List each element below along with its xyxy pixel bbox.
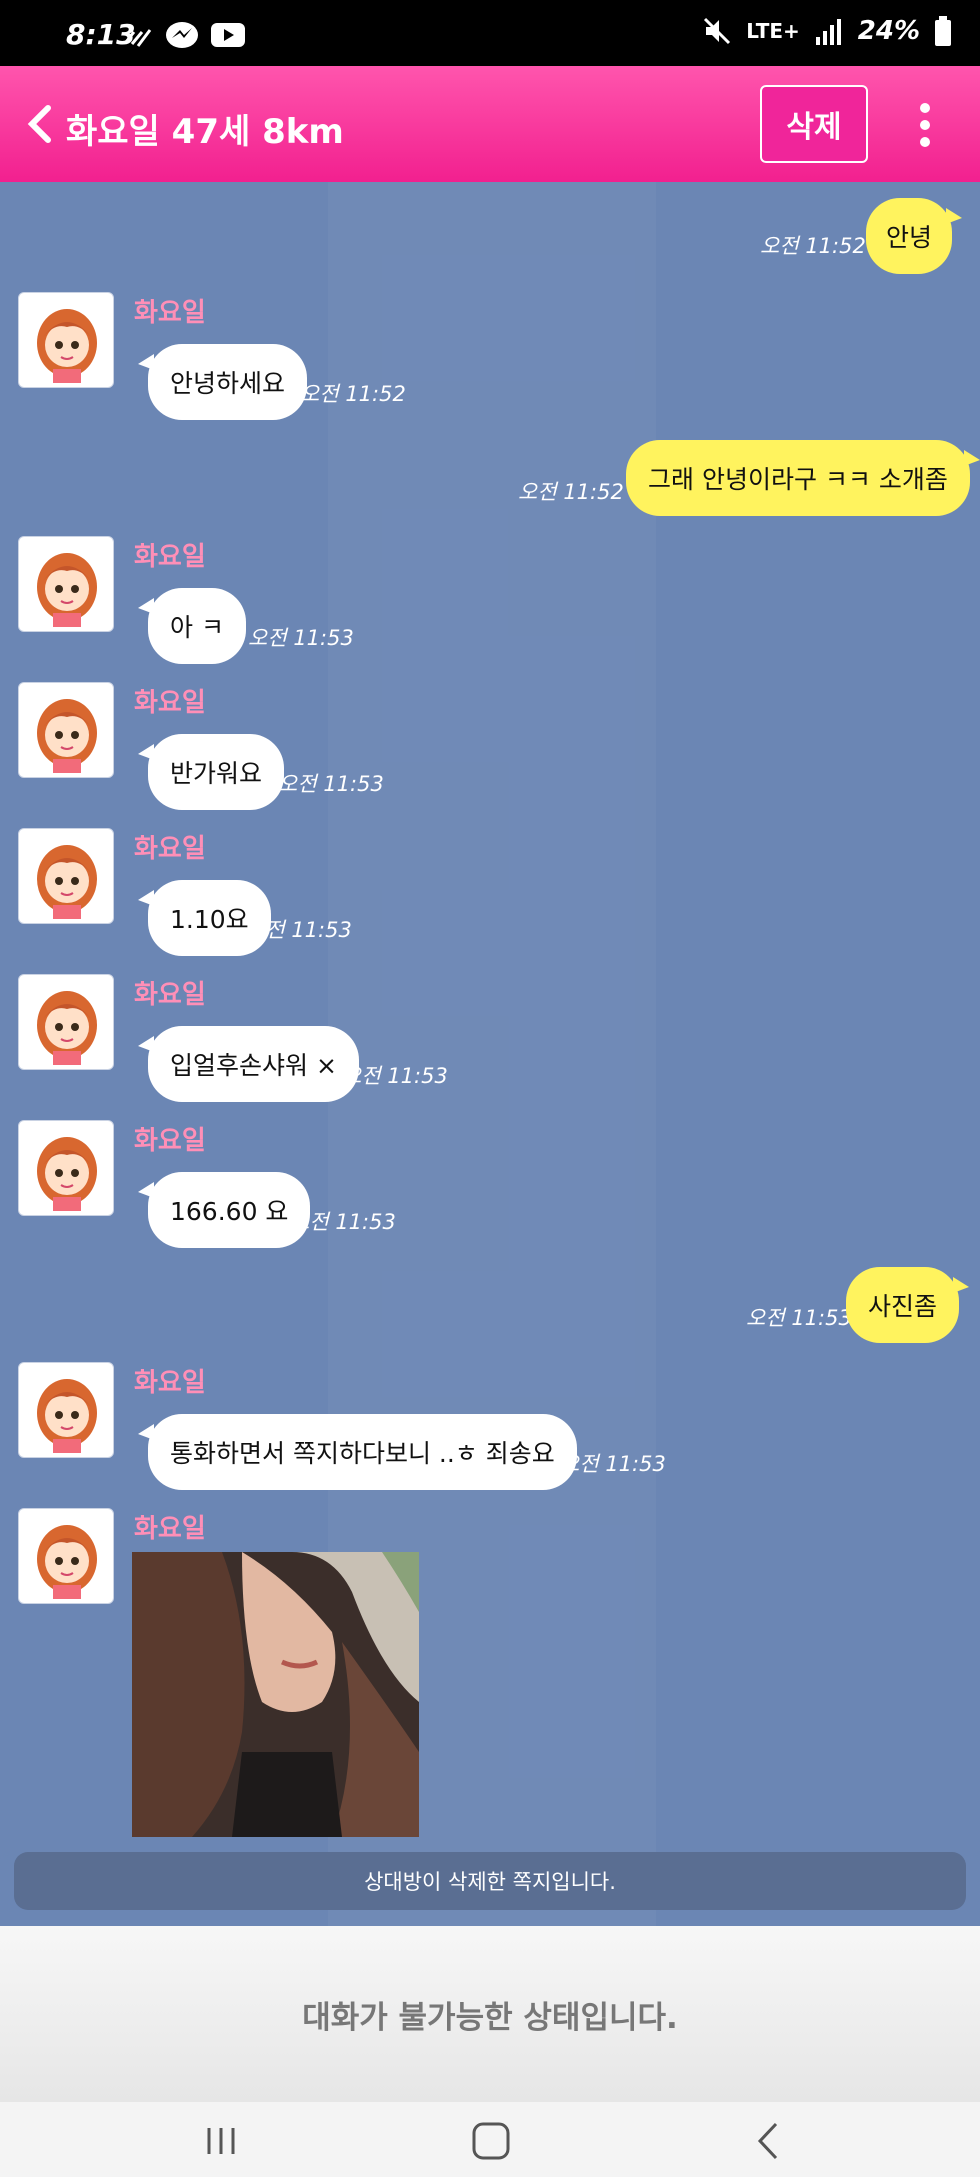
sender-name: 화요일 <box>134 1126 206 1156</box>
incoming-message[interactable]: 통화하면서 쪽지하다보니 ..ㅎ 죄송요 <box>138 1414 577 1490</box>
message-time: 오전 11:52 <box>300 382 406 406</box>
more-options-icon[interactable] <box>910 100 940 150</box>
battery-icon <box>935 16 951 46</box>
page-title: 화요일 47세 8km <box>66 112 344 152</box>
avatar[interactable] <box>18 1120 114 1216</box>
incoming-message[interactable]: 안녕하세요 <box>137 344 308 420</box>
messenger-icon <box>166 22 198 48</box>
sender-name: 화요일 <box>134 1368 206 1398</box>
avatar-image <box>37 309 97 383</box>
avatar[interactable] <box>18 1508 114 1604</box>
avatar-image <box>37 553 97 627</box>
nav-back-icon[interactable] <box>744 2116 794 2166</box>
delete-button[interactable]: 삭제 <box>760 85 868 163</box>
sender-name: 화요일 <box>134 980 206 1010</box>
avatar-image <box>37 1137 97 1211</box>
recent-apps-icon[interactable] <box>196 2116 246 2166</box>
avatar-image <box>37 1379 97 1453</box>
sender-name: 화요일 <box>134 834 206 864</box>
battery-percent: 24% <box>857 16 920 46</box>
avatar[interactable] <box>18 828 114 924</box>
photo-message[interactable] <box>132 1552 419 1837</box>
incoming-message[interactable]: 아 ㅋ <box>138 588 246 664</box>
sender-name: 화요일 <box>134 1514 206 1544</box>
chat-disabled-bar: 대화가 불가능한 상태입니다. <box>0 1926 980 2102</box>
home-icon[interactable] <box>466 2116 516 2166</box>
chat-header: 화요일 47세 8km 삭제 <box>0 66 980 182</box>
youtube-icon <box>211 23 245 47</box>
message-time: 오전 11:53 <box>246 918 352 942</box>
incoming-message[interactable]: 166.60 요 <box>137 1172 311 1248</box>
message-time: 오전 11:53 <box>290 1210 396 1234</box>
incoming-message[interactable]: 입얼후손샤워 × <box>138 1026 359 1102</box>
avatar-image <box>37 1525 97 1599</box>
avatar[interactable] <box>18 974 114 1070</box>
message-time: 오전 11:53 <box>560 1452 666 1476</box>
avatar-image <box>37 991 97 1065</box>
avatar-image <box>37 699 97 773</box>
system-nav-bar <box>0 2102 980 2177</box>
message-time: 오전 11:52 <box>518 480 624 504</box>
signal-icon <box>815 19 841 45</box>
sender-name: 화요일 <box>134 298 206 328</box>
outgoing-message[interactable]: 사진좀 <box>846 1267 970 1343</box>
back-icon[interactable] <box>20 102 60 146</box>
avatar[interactable] <box>18 292 114 388</box>
outgoing-message[interactable]: 안녕 <box>866 198 963 274</box>
missed-call-icon <box>124 29 152 47</box>
avatar[interactable] <box>18 682 114 778</box>
avatar-image <box>37 845 97 919</box>
sender-name: 화요일 <box>134 542 206 572</box>
mute-icon <box>704 17 731 45</box>
deleted-message-notice: 상대방이 삭제한 쪽지입니다. <box>14 1852 966 1910</box>
message-time: 오전 11:53 <box>278 772 384 796</box>
message-time: 오전 11:53 <box>248 626 354 650</box>
chat-area[interactable]: 오전 11:52 안녕 화요일 안녕하세요 오전 11:52 오전 11:52 … <box>0 182 980 1926</box>
message-time: 오전 11:53 <box>746 1306 852 1330</box>
outgoing-message[interactable]: 그래 안녕이라구 ㅋㅋ 소개좀 <box>626 440 980 516</box>
status-bar: 8:13 LTE+ 24% <box>0 0 980 66</box>
message-time: 오전 11:52 <box>760 234 866 258</box>
sender-name: 화요일 <box>134 688 206 718</box>
photo-image <box>132 1552 419 1837</box>
network-label: LTE+ <box>746 19 800 43</box>
incoming-message[interactable]: 반가워요 <box>137 734 285 810</box>
avatar[interactable] <box>18 1362 114 1458</box>
avatar[interactable] <box>18 536 114 632</box>
message-time: 오전 11:53 <box>342 1064 448 1088</box>
